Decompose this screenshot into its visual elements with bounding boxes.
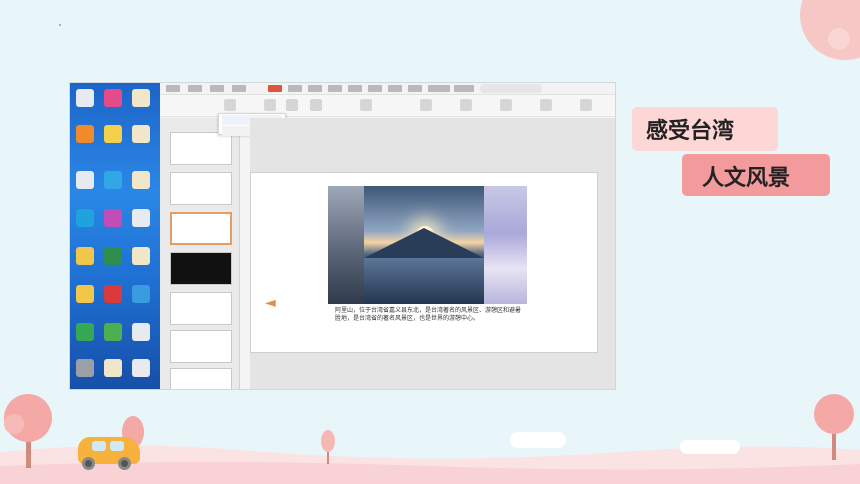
car-window [92, 441, 106, 451]
photo-main-lake [364, 186, 484, 304]
search-input[interactable] [480, 84, 542, 93]
desktop-icon[interactable] [104, 89, 122, 107]
menu-item[interactable] [210, 85, 224, 92]
tree-right [814, 394, 854, 460]
desktop-icon[interactable] [104, 285, 122, 303]
lake [364, 258, 484, 304]
presentation-app: ◄ 阿里山，位于台湾省嘉义县东北，是台湾著名的风景区、游憩区和避暑胜地，是台湾省… [160, 83, 615, 389]
slide-thumbnail[interactable] [170, 132, 232, 165]
desktop-icon[interactable] [76, 247, 94, 265]
speaker-icon[interactable]: ◄ [265, 295, 276, 311]
slide-canvas: ◄ 阿里山，位于台湾省嘉义县东北，是台湾著名的风景区、游憩区和避暑胜地，是台湾省… [250, 118, 615, 389]
title-label-2: 人文风景 [682, 154, 830, 196]
slide-thumbnail[interactable] [170, 330, 232, 363]
menu-item[interactable] [408, 85, 422, 92]
menu-item[interactable] [288, 85, 302, 92]
toolbar-button[interactable] [224, 99, 236, 111]
toolbar-button[interactable] [460, 99, 472, 111]
embedded-screenshot: ◄ 阿里山，位于台湾省嘉义县东北，是台湾著名的风景区、游憩区和避暑胜地，是台湾省… [69, 82, 616, 390]
toolbar-button[interactable] [500, 99, 512, 111]
desktop-icon[interactable] [76, 209, 94, 227]
toolbar-button[interactable] [420, 99, 432, 111]
cloud [510, 432, 566, 448]
car-wheel [82, 457, 95, 470]
menu-item[interactable] [348, 85, 362, 92]
desktop-icon[interactable] [104, 323, 122, 341]
slide-thumbnail[interactable] [170, 368, 232, 389]
desktop-icon[interactable] [132, 89, 150, 107]
photo-right [484, 186, 527, 304]
decor-dot [828, 28, 850, 50]
menu-item[interactable] [454, 85, 474, 92]
menu-item[interactable] [188, 85, 202, 92]
decor-dot-small [59, 24, 61, 26]
desktop-icon[interactable] [76, 125, 94, 143]
photo-left [328, 186, 364, 304]
car-wheel [118, 457, 131, 470]
desktop-icon[interactable] [132, 359, 150, 377]
desktop-icon[interactable] [132, 209, 150, 227]
cloud [680, 440, 740, 454]
toolbar-button[interactable] [580, 99, 592, 111]
current-slide: ◄ 阿里山，位于台湾省嘉义县东北，是台湾著名的风景区、游憩区和避暑胜地，是台湾省… [250, 172, 598, 353]
desktop-icon[interactable] [104, 125, 122, 143]
desktop-icon[interactable] [132, 247, 150, 265]
toolbar-button[interactable] [310, 99, 322, 111]
desktop-icon[interactable] [132, 323, 150, 341]
desktop-area [70, 83, 160, 389]
desktop-icon[interactable] [132, 285, 150, 303]
menu-item[interactable] [232, 85, 246, 92]
desktop-icon[interactable] [132, 125, 150, 143]
desktop-icon[interactable] [104, 359, 122, 377]
toolbar-button[interactable] [540, 99, 552, 111]
desktop-icon[interactable] [132, 171, 150, 189]
desktop-icon[interactable] [76, 359, 94, 377]
toolbar-button[interactable] [360, 99, 372, 111]
menu-item[interactable] [388, 85, 402, 92]
desktop-icon[interactable] [76, 171, 94, 189]
desktop-icon[interactable] [104, 171, 122, 189]
decor-blob [800, 0, 860, 60]
slide-caption: 阿里山，位于台湾省嘉义县东北，是台湾著名的风景区、游憩区和避暑胜地，是台湾省的著… [335, 307, 522, 322]
title-label-1: 感受台湾 [632, 107, 778, 151]
menu-item[interactable] [428, 85, 450, 92]
slide-thumbnail[interactable] [170, 252, 232, 285]
menu-bar [160, 83, 615, 95]
menu-item[interactable] [368, 85, 382, 92]
desktop-icon[interactable] [76, 89, 94, 107]
desktop-icon[interactable] [104, 209, 122, 227]
car-window [110, 441, 124, 451]
desktop-icon[interactable] [76, 285, 94, 303]
menu-item[interactable] [308, 85, 322, 92]
menu-item[interactable] [166, 85, 180, 92]
menu-item[interactable] [328, 85, 342, 92]
toolbar-button[interactable] [286, 99, 298, 111]
tree-left [4, 394, 52, 468]
slide-thumbnail-selected[interactable] [170, 212, 232, 245]
slide-thumbnail[interactable] [170, 172, 232, 205]
menu-item-active[interactable] [268, 85, 282, 92]
tree-tiny [321, 430, 335, 464]
desktop-icon[interactable] [76, 323, 94, 341]
toolbar-button[interactable] [264, 99, 276, 111]
slide-thumbnails [160, 118, 240, 389]
slide-thumbnail[interactable] [170, 292, 232, 325]
desktop-icon[interactable] [104, 247, 122, 265]
mountain [364, 228, 484, 258]
